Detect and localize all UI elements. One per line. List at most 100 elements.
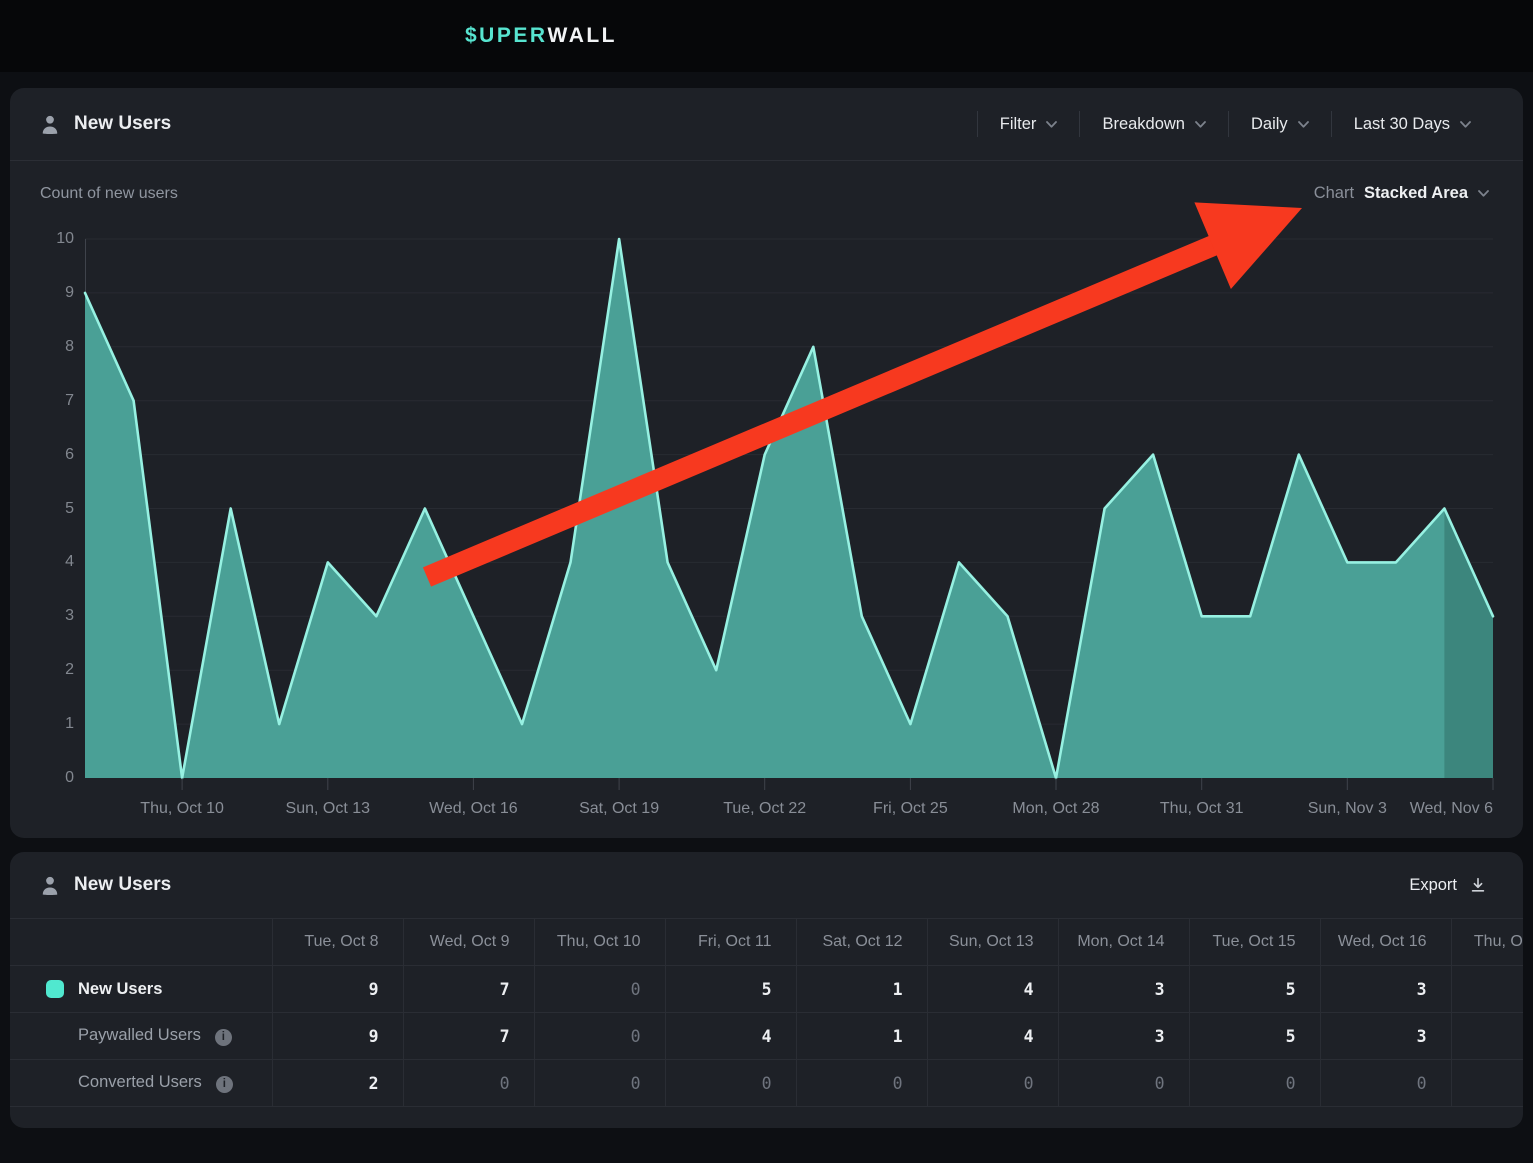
table-cell: 3 — [1320, 966, 1451, 1013]
table-panel-title: New Users — [74, 874, 171, 896]
table-cell: 7 — [403, 1013, 534, 1060]
chart-plot[interactable]: Thu, Oct 10 Sun, Oct 13 Wed, Oct 16 Sat, Oc… — [85, 224, 1493, 834]
table-row: Paywalled Usersi970414353 — [10, 1013, 1523, 1060]
x-tick-label: Mon, Oct 28 — [991, 800, 1121, 818]
table-cell: 3 — [1058, 966, 1189, 1013]
table-header-row-el: Tue, Oct 8Wed, Oct 9Thu, Oct 10Fri, Oct … — [10, 919, 1523, 966]
chevron-down-icon — [1460, 121, 1471, 128]
table-cell: 0 — [534, 966, 665, 1013]
table-row: New Users970514353 — [10, 966, 1523, 1013]
y-tick-label: 10 — [10, 229, 74, 249]
table-cell: 0 — [665, 1060, 796, 1107]
table-cell: 0 — [403, 1060, 534, 1107]
y-tick-label: 4 — [10, 552, 74, 572]
table-cell: 0 — [927, 1060, 1058, 1107]
chevron-down-icon — [1195, 121, 1206, 128]
table-panel-title-group: New Users — [40, 874, 171, 896]
row-label-cell: Paywalled Users i — [10, 1013, 272, 1060]
table-cell: 1 — [796, 966, 927, 1013]
y-tick-label: 1 — [10, 714, 74, 734]
table-body: New Users970514353Paywalled Usersi970414… — [10, 966, 1523, 1107]
table-cell: 5 — [1189, 1013, 1320, 1060]
superwall-logo: $UPERWALL — [465, 0, 617, 72]
y-tick-label: 7 — [10, 391, 74, 411]
table-cell — [1451, 1013, 1523, 1060]
table-cell: 5 — [665, 966, 796, 1013]
breakdown-dropdown[interactable]: Breakdown — [1080, 115, 1228, 134]
info-icon[interactable]: i — [216, 1076, 233, 1093]
interval-dropdown[interactable]: Daily — [1229, 115, 1331, 134]
row-label-cell: Converted Users i — [10, 1060, 272, 1107]
export-button[interactable]: Export — [1403, 875, 1493, 896]
table-cell: 0 — [1058, 1060, 1189, 1107]
row-label: Converted Users — [78, 1073, 202, 1091]
chevron-down-icon — [1046, 121, 1057, 128]
table-cell: 0 — [1320, 1060, 1451, 1107]
chevron-down-icon — [1298, 121, 1309, 128]
filter-dropdown[interactable]: Filter — [978, 115, 1080, 134]
x-tick-label: Sun, Oct 13 — [263, 800, 393, 818]
column-header: Sat, Oct 12 — [796, 919, 927, 966]
new-users-chart-panel: New Users Filter Breakdown Daily Last 30… — [10, 88, 1523, 838]
table-cell: 0 — [796, 1060, 927, 1107]
table-cell — [1451, 1060, 1523, 1107]
column-header: Wed, Oct 16 — [1320, 919, 1451, 966]
download-icon — [1469, 876, 1487, 894]
table-cell: 2 — [272, 1060, 403, 1107]
x-tick-label: Thu, Oct 10 — [117, 800, 247, 818]
chart-type-value: Stacked Area — [1364, 184, 1468, 203]
table-cell: 0 — [1189, 1060, 1320, 1107]
column-header: Tue, Oct 15 — [1189, 919, 1320, 966]
date-range-dropdown[interactable]: Last 30 Days — [1332, 115, 1493, 134]
table-cell: 3 — [1320, 1013, 1451, 1060]
row-label: New Users — [78, 980, 162, 998]
y-tick-label: 6 — [10, 445, 74, 465]
table-cell — [1451, 966, 1523, 1013]
table-cell: 4 — [927, 966, 1058, 1013]
area-chart-svg — [85, 224, 1493, 790]
x-tick-label: Sat, Oct 19 — [554, 800, 684, 818]
series-color-swatch — [46, 980, 64, 998]
table-cell: 9 — [272, 1013, 403, 1060]
column-header: Tue, Oct 8 — [272, 919, 403, 966]
table-panel-header: New Users Export — [10, 852, 1523, 918]
table-cell: 0 — [534, 1013, 665, 1060]
page: { "colors": { "brand": "#57e4d0", "serie… — [0, 0, 1533, 1163]
info-icon[interactable]: i — [215, 1029, 232, 1046]
y-tick-label: 0 — [10, 768, 74, 788]
top-bar: $UPERWALL — [0, 0, 1533, 72]
chart-type-selector[interactable]: Chart Stacked Area — [1308, 183, 1495, 204]
data-table: Tue, Oct 8Wed, Oct 9Thu, Oct 10Fri, Oct … — [10, 918, 1523, 1107]
column-header: Thu, Oct 10 — [534, 919, 665, 966]
x-tick-label: Wed, Nov 6 — [1378, 800, 1493, 818]
user-icon — [40, 114, 60, 134]
table-cell: 7 — [403, 966, 534, 1013]
table-cell: 1 — [796, 1013, 927, 1060]
y-tick-label: 9 — [10, 283, 74, 303]
new-users-table-panel: New Users Export Tue, Oct 8Wed, Oct 9Thu… — [10, 852, 1523, 1128]
column-header: Mon, Oct 14 — [1058, 919, 1189, 966]
logo-accent: $UPER — [465, 24, 548, 48]
y-tick-label: 3 — [10, 606, 74, 626]
table-cell: 9 — [272, 966, 403, 1013]
chart-controls: Filter Breakdown Daily Last 30 Days — [977, 111, 1493, 137]
table-cell: 0 — [534, 1060, 665, 1107]
table-cell: 4 — [927, 1013, 1058, 1060]
y-tick-label: 2 — [10, 660, 74, 680]
y-tick-label: 5 — [10, 499, 74, 519]
row-label-cell: New Users — [10, 966, 272, 1013]
chart-panel-title-group: New Users — [40, 113, 171, 135]
chevron-down-icon — [1478, 190, 1489, 197]
chart-panel-header: New Users Filter Breakdown Daily Last 30… — [10, 88, 1523, 161]
x-tick-label: Thu, Oct 31 — [1137, 800, 1267, 818]
table-cell: 4 — [665, 1013, 796, 1060]
column-header: Fri, Oct 11 — [665, 919, 796, 966]
column-header: Wed, Oct 9 — [403, 919, 534, 966]
chart-panel-title: New Users — [74, 113, 171, 135]
y-tick-label: 8 — [10, 337, 74, 357]
row-label: Paywalled Users — [78, 1026, 201, 1044]
data-table-wrap: Tue, Oct 8Wed, Oct 9Thu, Oct 10Fri, Oct … — [10, 918, 1523, 1107]
x-tick-label: Wed, Oct 16 — [408, 800, 538, 818]
chart-type-label: Chart — [1314, 184, 1354, 203]
table-cell: 5 — [1189, 966, 1320, 1013]
